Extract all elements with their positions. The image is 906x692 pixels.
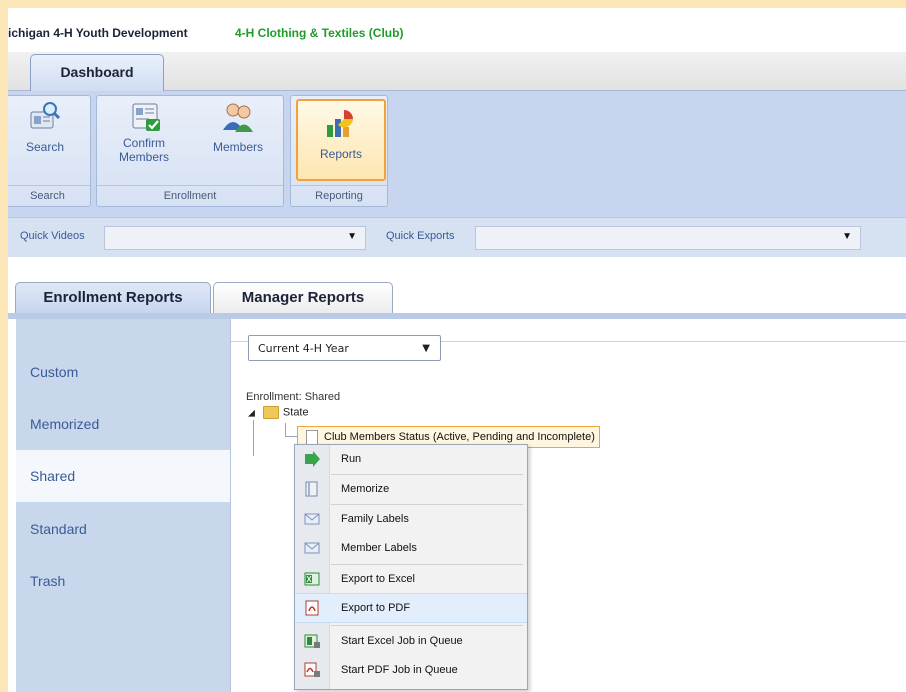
ribbon-group-label: Enrollment [97,185,283,206]
folder-icon [262,406,279,419]
search-button[interactable]: Search [15,100,75,154]
envelope-icon [304,513,320,525]
menu-item-excel-queue[interactable]: Start Excel Job in Queue [295,627,527,655]
pie-chart-icon [327,110,353,137]
sidebar-item-memorized[interactable]: Memorized [16,398,230,450]
tree-line [253,420,254,456]
context-menu: Run Memorize Family Labels Member Labels… [294,444,528,690]
tree-line [285,423,286,437]
sidebar-item-trash[interactable]: Trash [16,555,230,607]
run-arrow-icon [305,451,320,467]
tree-node-state[interactable]: ◢ State [248,406,309,419]
menu-separator [331,625,523,626]
confirm-members-icon [132,103,160,131]
chevron-down-icon: ▼ [422,343,430,354]
excel-queue-icon [304,634,320,648]
quick-exports-select[interactable]: ▼ [475,226,861,250]
search-user-icon [30,102,61,129]
quick-videos-label: Quick Videos [20,230,85,242]
reports-button[interactable]: Reports [296,99,386,181]
ribbon-group-label: Search [8,185,90,206]
ribbon: Search Search Confirm Members Members En… [8,91,906,217]
chevron-down-icon: ▼ [842,231,852,242]
reports-label: Reports [319,147,363,161]
report-tabs: Enrollment Reports Manager Reports [8,282,906,314]
tree-line [285,436,297,437]
menu-item-family-labels[interactable]: Family Labels [295,505,527,533]
year-select[interactable]: Current 4-H Year ▼ [248,335,441,361]
sidebar-item-custom[interactable]: Custom [16,346,230,398]
search-button-label: Search [25,140,65,154]
enrollment-label: Enrollment: Shared [246,391,341,403]
tree-collapse-icon[interactable]: ◢ [248,407,255,417]
ribbon-group-enrollment: Confirm Members Members Enrollment [96,95,284,207]
menu-item-run[interactable]: Run [295,445,527,473]
members-icon [223,103,253,132]
org-name: ichigan 4-H Youth Development [8,26,188,40]
sidebar-item-shared[interactable]: Shared [16,450,230,502]
sidebar-item-standard[interactable]: Standard [16,503,230,555]
envelope-icon [304,542,320,554]
menu-item-member-labels[interactable]: Member Labels [295,534,527,562]
memorize-icon [305,481,318,497]
menu-item-export-excel[interactable]: Export to Excel [295,565,527,593]
menu-item-memorize[interactable]: Memorize [295,475,527,503]
app-window: ichigan 4-H Youth Development 4-H Clothi… [8,8,906,692]
excel-icon [304,572,320,586]
pdf-icon [305,600,319,616]
chevron-down-icon: ▼ [347,231,357,242]
members-label: Members [212,140,263,154]
quick-bar: Quick Videos ▼ Quick Exports ▼ [8,217,906,258]
main-tab-strip: Dashboard [8,52,906,91]
header-bar: ichigan 4-H Youth Development 4-H Clothi… [8,8,906,56]
report-sidebar: Custom Memorized Shared Standard Trash [16,319,230,692]
tab-manager-reports[interactable]: Manager Reports [213,282,393,313]
menu-item-pdf-queue[interactable]: Start PDF Job in Queue [295,656,527,684]
ribbon-group-label: Reporting [291,185,387,206]
quick-videos-select[interactable]: ▼ [104,226,366,250]
tab-dashboard[interactable]: Dashboard [30,54,164,91]
pdf-queue-icon [304,662,320,677]
spacer [8,257,906,282]
menu-item-export-pdf[interactable]: Export to PDF [295,593,527,623]
confirm-members-label: Confirm Members [118,136,169,164]
confirm-members-button[interactable]: Confirm Members [109,100,183,164]
ribbon-group-search: Search Search [8,95,91,207]
ribbon-group-reporting: Reports Reporting [290,95,388,207]
document-icon [306,430,318,445]
club-name[interactable]: 4-H Clothing & Textiles (Club) [235,26,403,40]
tab-enrollment-reports[interactable]: Enrollment Reports [15,282,211,313]
quick-exports-label: Quick Exports [386,230,455,242]
members-button[interactable]: Members [205,100,271,154]
